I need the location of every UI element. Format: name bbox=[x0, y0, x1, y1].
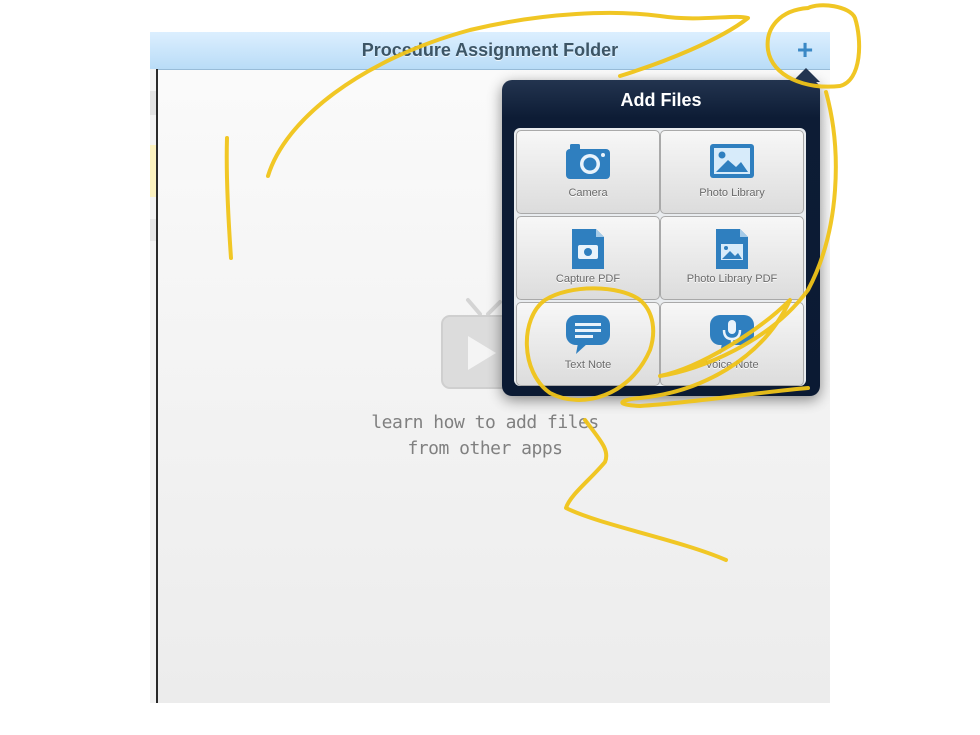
capture-pdf-icon bbox=[572, 229, 604, 269]
add-files-button[interactable]: + bbox=[790, 35, 820, 65]
option-label: Text Note bbox=[564, 359, 612, 371]
app-screen: Procedure Assignment Folder + learn how … bbox=[150, 32, 830, 703]
folder-list-edge bbox=[150, 69, 158, 703]
folder-title: Procedure Assignment Folder bbox=[361, 40, 619, 60]
option-label: Camera bbox=[568, 187, 608, 199]
navigation-bar: Procedure Assignment Folder + bbox=[150, 32, 830, 70]
text-note-icon bbox=[566, 315, 610, 354]
option-label: Photo Library bbox=[699, 187, 765, 199]
popover-arrow bbox=[792, 68, 820, 82]
list-row[interactable] bbox=[150, 91, 156, 115]
text-note-option[interactable]: Text Note bbox=[516, 302, 660, 386]
add-files-popover: Add Files Camera Photo Library Capture P… bbox=[502, 68, 820, 396]
photo-library-icon bbox=[710, 144, 754, 178]
voice-note-icon bbox=[710, 315, 754, 354]
hint-line-2: from other apps bbox=[407, 438, 563, 459]
photo-library-option[interactable]: Photo Library bbox=[660, 130, 804, 214]
popover-title: Add Files bbox=[620, 90, 702, 110]
list-row[interactable] bbox=[150, 219, 156, 241]
option-label: Voice Note bbox=[705, 359, 759, 371]
camera-icon bbox=[566, 144, 610, 179]
voice-note-option[interactable]: Voice Note bbox=[660, 302, 804, 386]
photo-library-pdf-icon bbox=[716, 229, 748, 269]
add-files-options: Camera Photo Library Capture PDF Photo L… bbox=[514, 128, 806, 386]
option-label: Photo Library PDF bbox=[686, 273, 778, 285]
photo-library-pdf-option[interactable]: Photo Library PDF bbox=[660, 216, 804, 300]
add-files-hint[interactable]: learn how to add files from other apps bbox=[360, 410, 610, 462]
list-row-selected[interactable] bbox=[150, 145, 156, 197]
hint-line-1: learn how to add files bbox=[371, 412, 599, 433]
camera-option[interactable]: Camera bbox=[516, 130, 660, 214]
option-label: Capture PDF bbox=[555, 273, 621, 285]
capture-pdf-option[interactable]: Capture PDF bbox=[516, 216, 660, 300]
